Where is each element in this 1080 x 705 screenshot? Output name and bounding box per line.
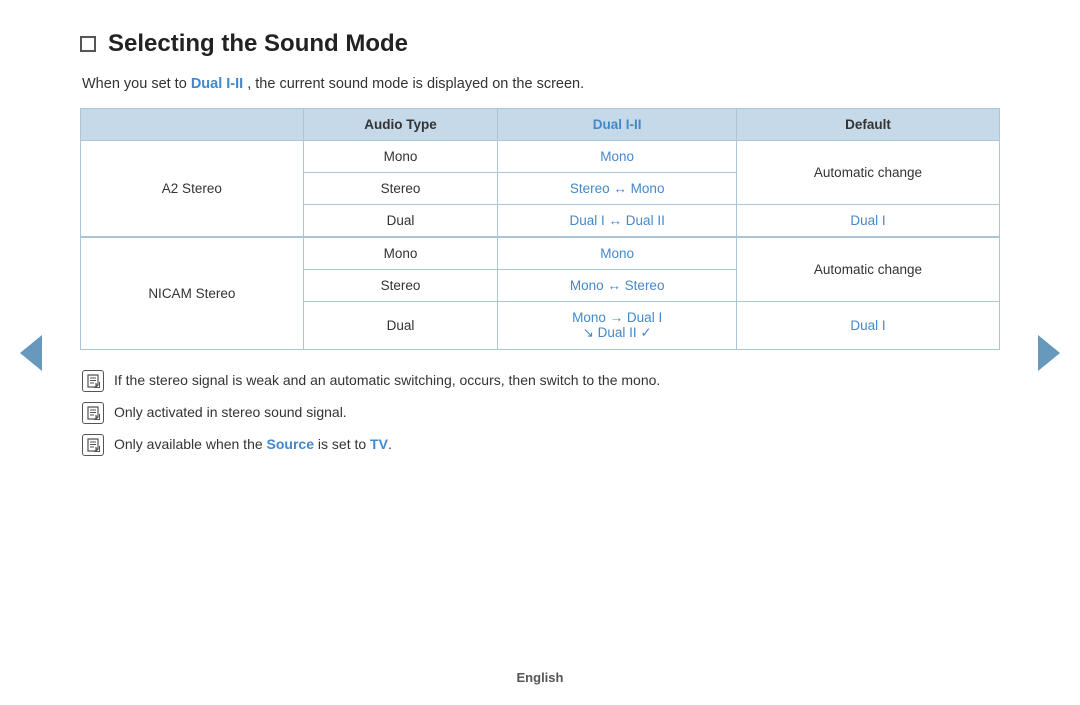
audio-type-cell: Stereo [303, 270, 498, 302]
sound-mode-table: Audio Type Dual I-II Default A2 Stereo M… [80, 108, 1000, 350]
footer-language: English [0, 670, 1080, 685]
table-row: NICAM Stereo Mono Mono Automatic change [81, 237, 1000, 270]
col-header-default: Default [736, 109, 999, 141]
note-text-2: Only activated in stereo sound signal. [114, 402, 1000, 423]
default-cell-auto1: Automatic change [736, 141, 999, 205]
dual-cell: Dual I ↔ Dual II [498, 205, 737, 238]
table-header-row: Audio Type Dual I-II Default [81, 109, 1000, 141]
audio-type-cell: Dual [303, 205, 498, 238]
main-content: Selecting the Sound Mode When you set to… [0, 0, 1080, 486]
notes-section: If the stereo signal is weak and an auto… [82, 370, 1000, 456]
default-cell: Dual I [736, 302, 999, 350]
dual-cell: Stereo ↔ Mono [498, 173, 737, 205]
audio-type-cell: Mono [303, 141, 498, 173]
intro-suffix: , the current sound mode is displayed on… [247, 76, 584, 92]
audio-type-cell: Stereo [303, 173, 498, 205]
note-text-3: Only available when the Source is set to… [114, 434, 1000, 455]
note-item-1: If the stereo signal is weak and an auto… [82, 370, 1000, 392]
audio-type-cell: Dual [303, 302, 498, 350]
dual-cell: Mono [498, 141, 737, 173]
dual-cell: Mono [498, 237, 737, 270]
note-icon-1 [82, 370, 104, 392]
col-header-audio-type: Audio Type [303, 109, 498, 141]
nav-arrow-left[interactable] [20, 335, 42, 371]
col-header-dual: Dual I-II [498, 109, 737, 141]
dual-cell: Mono ↔ Stereo [498, 270, 737, 302]
default-cell-auto2: Automatic change [736, 237, 999, 302]
page-title-section: Selecting the Sound Mode [80, 30, 1000, 58]
intro-highlight: Dual I-II [191, 76, 243, 92]
group-label-a2: A2 Stereo [81, 141, 304, 238]
default-cell: Dual I [736, 205, 999, 238]
col-header-empty [81, 109, 304, 141]
intro-prefix: When you set to [82, 76, 191, 92]
note-icon-2 [82, 402, 104, 424]
title-checkbox [80, 36, 96, 52]
group-label-nicam: NICAM Stereo [81, 237, 304, 350]
source-highlight: Source [267, 436, 314, 452]
note-item-3: Only available when the Source is set to… [82, 434, 1000, 456]
intro-text: When you set to Dual I-II , the current … [82, 76, 1000, 92]
page-title: Selecting the Sound Mode [108, 30, 408, 58]
note-item-2: Only activated in stereo sound signal. [82, 402, 1000, 424]
table-row: A2 Stereo Mono Mono Automatic change [81, 141, 1000, 173]
dual-cell-multiline: Mono → Dual I ↘ Dual II ✓ [498, 302, 737, 350]
audio-type-cell: Mono [303, 237, 498, 270]
nav-arrow-right[interactable] [1038, 335, 1060, 371]
tv-highlight: TV [370, 436, 388, 452]
note-text-1: If the stereo signal is weak and an auto… [114, 370, 1000, 391]
note-icon-3 [82, 434, 104, 456]
